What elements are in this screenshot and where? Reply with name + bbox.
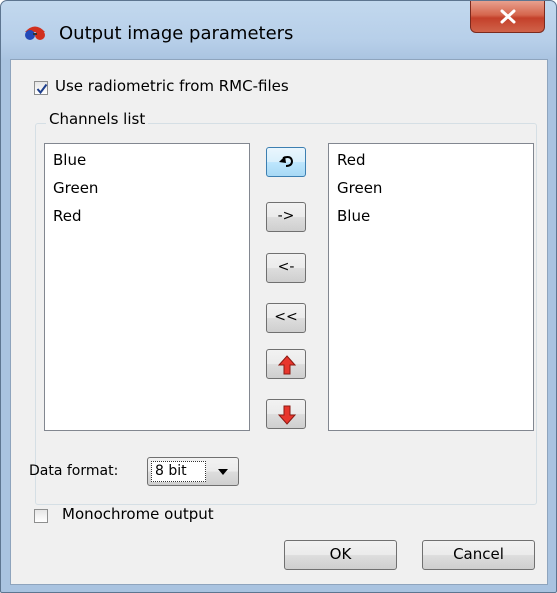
dialog-window: Output image parameters Use radiometric … (0, 0, 557, 593)
red-up-arrow-icon (277, 355, 297, 375)
move-down-button[interactable] (266, 399, 306, 429)
reset-order-button[interactable] (266, 147, 306, 177)
chevron-down-icon (218, 469, 228, 475)
undo-arrow-icon (279, 156, 294, 167)
dialog-body: Use radiometric from RMC-files Channels … (10, 59, 548, 585)
data-format-value: 8 bit (155, 463, 187, 479)
list-item[interactable]: Green (53, 179, 98, 197)
list-item[interactable]: Green (337, 179, 382, 197)
list-item[interactable]: Blue (337, 207, 370, 225)
available-channels-list[interactable]: Blue Green Red (44, 143, 250, 431)
close-icon (500, 9, 516, 24)
remove-channel-button[interactable]: <- (266, 253, 306, 283)
use-radiometric-label: Use radiometric from RMC-files (55, 77, 289, 95)
app-glasses-icon (23, 23, 47, 43)
use-radiometric-checkbox[interactable] (34, 81, 48, 95)
data-format-label: Data format: (29, 463, 119, 479)
list-item[interactable]: Red (337, 151, 366, 169)
monochrome-checkbox[interactable] (34, 509, 48, 523)
close-button[interactable] (470, 1, 545, 33)
remove-all-channels-button[interactable]: << (266, 303, 306, 333)
list-item[interactable]: Red (53, 207, 82, 225)
ok-button[interactable]: OK (284, 540, 397, 570)
add-channel-button[interactable]: -> (266, 202, 306, 232)
cancel-button[interactable]: Cancel (422, 540, 535, 570)
checkmark-icon (36, 83, 48, 95)
move-up-button[interactable] (266, 349, 306, 379)
monochrome-label: Monochrome output (62, 505, 214, 523)
title-bar[interactable]: Output image parameters (1, 1, 556, 61)
data-format-value-box: 8 bit (151, 461, 206, 482)
channels-group-title: Channels list (46, 110, 149, 128)
selected-channels-list[interactable]: Red Green Blue (328, 143, 534, 431)
list-item[interactable]: Blue (53, 151, 86, 169)
window-title: Output image parameters (59, 23, 294, 44)
data-format-select[interactable]: 8 bit (147, 457, 239, 486)
red-down-arrow-icon (277, 405, 297, 425)
